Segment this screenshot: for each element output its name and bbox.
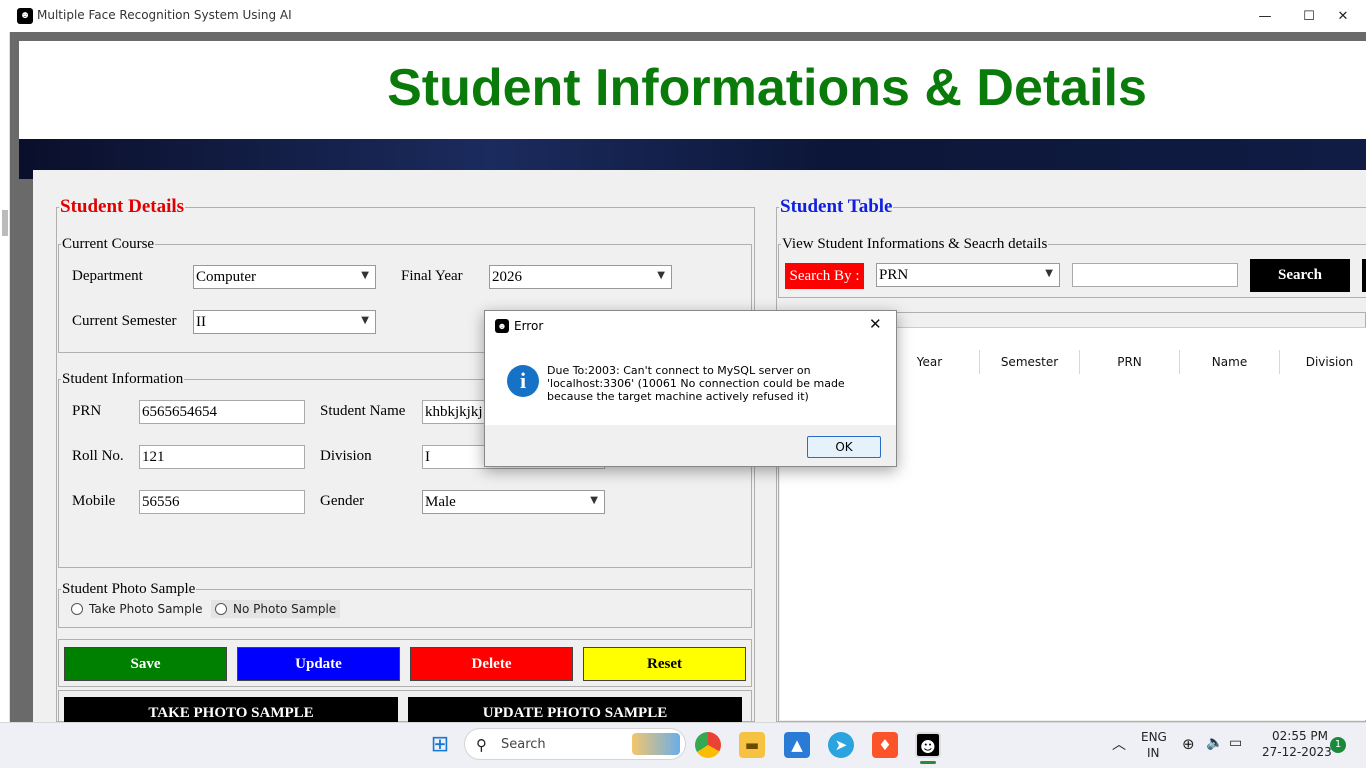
column-header-semester[interactable]: Semester xyxy=(980,350,1080,374)
notification-badge[interactable]: 1 xyxy=(1330,737,1346,753)
take-photo-radio[interactable]: Take Photo Sample xyxy=(67,600,206,618)
search-icon: ⚲ xyxy=(476,736,487,754)
app-icon: ☻ xyxy=(495,319,509,333)
department-label: Department xyxy=(72,268,143,284)
column-header-division[interactable]: Division xyxy=(1280,350,1366,374)
final-year-label: Final Year xyxy=(401,268,463,284)
no-photo-radio[interactable]: No Photo Sample xyxy=(211,600,341,618)
dialog-close-icon[interactable]: ✕ xyxy=(869,315,882,333)
photo-sample-legend: Student Photo Sample xyxy=(62,581,196,597)
chevron-down-icon: ▼ xyxy=(361,270,369,281)
brave-icon[interactable]: ♦ xyxy=(872,732,898,758)
search-legend: View Student Informations & Seacrh detai… xyxy=(782,236,1048,252)
department-select[interactable]: Computer ▼ xyxy=(193,265,376,289)
chevron-down-icon: ▼ xyxy=(590,495,598,506)
show-all-button[interactable] xyxy=(1362,259,1366,292)
column-header-prn[interactable]: PRN xyxy=(1080,350,1180,374)
save-button[interactable]: Save xyxy=(64,647,227,681)
current-course-legend: Current Course xyxy=(62,236,155,252)
search-by-label: Search By : xyxy=(785,263,864,289)
update-button[interactable]: Update xyxy=(237,647,400,681)
minimize-button[interactable]: — xyxy=(1242,0,1288,32)
gender-select[interactable]: Male ▼ xyxy=(422,490,605,514)
error-dialog: ☻ Error ✕ i Due To:2003: Can't connect t… xyxy=(484,310,897,467)
student-name-label: Student Name xyxy=(320,403,406,419)
window-title: Multiple Face Recognition System Using A… xyxy=(37,8,292,22)
network-icon[interactable]: ⊕ xyxy=(1182,735,1195,753)
column-header-name[interactable]: Name xyxy=(1180,350,1280,374)
mobile-input[interactable]: 56556 xyxy=(139,490,305,514)
radio-circle-icon xyxy=(71,603,83,615)
roll-no-label: Roll No. xyxy=(72,448,124,464)
chevron-down-icon: ▼ xyxy=(361,315,369,326)
chrome-icon[interactable] xyxy=(695,732,721,758)
search-by-select[interactable]: PRN ▼ xyxy=(876,263,1060,287)
language-region: IN xyxy=(1147,746,1160,760)
taskbar-search-label: Search xyxy=(501,737,546,752)
radio-circle-icon xyxy=(215,603,227,615)
dialog-message: Due To:2003: Can't connect to MySQL serv… xyxy=(547,364,845,403)
delete-button[interactable]: Delete xyxy=(410,647,573,681)
clock-time[interactable]: 02:55 PM xyxy=(1272,729,1328,743)
prn-label: PRN xyxy=(72,403,102,419)
photos-icon[interactable]: ▲ xyxy=(784,732,810,758)
active-app-indicator xyxy=(920,761,936,764)
search-button[interactable]: Search xyxy=(1250,259,1350,292)
chevron-up-icon[interactable]: ︿ xyxy=(1112,734,1126,754)
ok-button[interactable]: OK xyxy=(807,436,881,458)
search-input[interactable] xyxy=(1072,263,1238,287)
reset-button[interactable]: Reset xyxy=(583,647,746,681)
close-button[interactable]: ✕ xyxy=(1320,0,1366,32)
info-icon: i xyxy=(507,365,539,397)
file-explorer-icon[interactable]: ▬ xyxy=(739,732,765,758)
battery-icon[interactable]: ▭ xyxy=(1229,735,1242,751)
app-icon: ☻ xyxy=(17,8,33,24)
student-information-legend: Student Information xyxy=(62,371,184,387)
dialog-title: Error xyxy=(514,319,544,333)
prn-input[interactable]: 6565654654 xyxy=(139,400,305,424)
semester-select[interactable]: II ▼ xyxy=(193,310,376,334)
clock-date[interactable]: 27-12-2023 xyxy=(1262,745,1332,759)
app-taskbar-icon[interactable]: ☻ xyxy=(915,732,941,758)
background-window-scrollbar xyxy=(2,210,8,236)
background-window-edge xyxy=(0,32,10,722)
roll-no-input[interactable]: 121 xyxy=(139,445,305,469)
windows-start-icon[interactable]: ⊞ xyxy=(427,732,453,758)
semester-label: Current Semester xyxy=(72,313,177,329)
mobile-label: Mobile xyxy=(72,493,116,509)
chevron-down-icon: ▼ xyxy=(1045,268,1053,279)
search-highlight-icon xyxy=(632,733,680,755)
student-details-legend: Student Details xyxy=(60,196,185,217)
telegram-icon[interactable]: ➤ xyxy=(828,732,854,758)
division-label: Division xyxy=(320,448,372,464)
page-title: Student Informations & Details xyxy=(387,59,1147,117)
student-table-legend: Student Table xyxy=(780,196,893,217)
volume-icon[interactable]: 🔈 xyxy=(1206,735,1223,751)
chevron-down-icon: ▼ xyxy=(657,270,665,281)
gender-label: Gender xyxy=(320,493,365,509)
language-indicator[interactable]: ENG xyxy=(1141,730,1167,744)
table-header: Year Semester PRN Name Division xyxy=(880,350,1366,374)
final-year-select[interactable]: 2026 ▼ xyxy=(489,265,672,289)
